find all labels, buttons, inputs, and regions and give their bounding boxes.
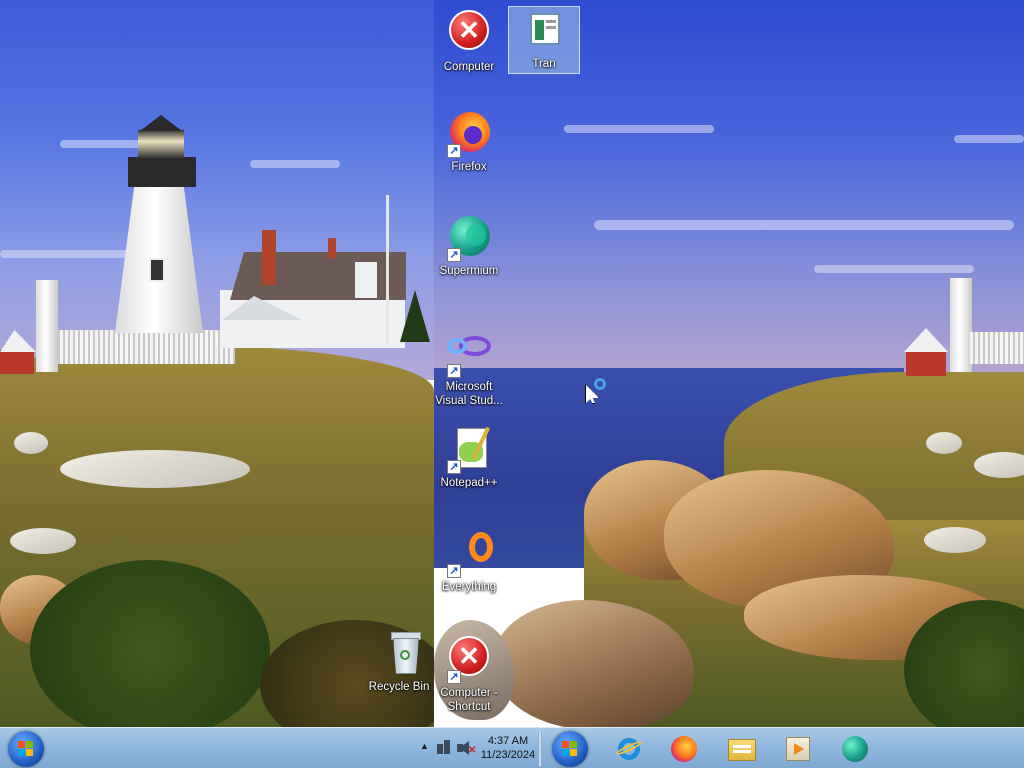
internet-explorer-icon bbox=[615, 736, 643, 762]
shortcut-arrow-icon: ↗ bbox=[447, 248, 461, 262]
notepad-plus-plus-shortcut[interactable]: ↗ Notepad++ bbox=[434, 426, 504, 490]
left-monitor-wallpaper bbox=[0, 0, 434, 728]
shortcut-arrow-icon: ↗ bbox=[447, 460, 461, 474]
notepad-plus-plus-icon: ↗ bbox=[445, 426, 493, 474]
clock-time: 4:37 AM bbox=[487, 735, 529, 747]
firefox-icon: ↗ bbox=[445, 110, 493, 158]
recycle-bin-icon bbox=[375, 630, 423, 678]
mouse-cursor-busy-icon bbox=[585, 378, 609, 406]
volume-muted-icon[interactable]: ✕ bbox=[457, 740, 476, 756]
taskbar-internet-explorer-button[interactable] bbox=[612, 732, 646, 766]
shortcut-arrow-icon: ↗ bbox=[447, 670, 461, 684]
system-clock[interactable]: 4:37 AM 11/23/2024 bbox=[478, 734, 538, 762]
error-x-icon: ✕ bbox=[445, 10, 493, 58]
icon-label: Recycle Bin bbox=[368, 681, 430, 693]
tran-icon-item[interactable]: Tran bbox=[508, 6, 580, 74]
icon-label: Supermium bbox=[439, 265, 499, 277]
icon-label: Notepad++ bbox=[440, 477, 498, 489]
start-button[interactable] bbox=[8, 731, 44, 767]
computer-shortcut[interactable]: ✕ ↗ Computer - Shortcut bbox=[434, 632, 504, 714]
firefox-icon bbox=[671, 736, 697, 762]
taskbar-firefox-button[interactable] bbox=[667, 732, 701, 766]
computer-icon-item[interactable]: ✕ Computer bbox=[434, 6, 504, 74]
start-button-secondary[interactable] bbox=[552, 731, 588, 767]
icon-label: Everything bbox=[441, 581, 497, 593]
shortcut-arrow-icon: ↗ bbox=[447, 144, 461, 158]
show-hidden-icons-button[interactable]: ▲ bbox=[420, 741, 429, 751]
taskbar-supermium-button[interactable] bbox=[838, 732, 872, 766]
icon-label: Microsoft Visual Stud... bbox=[435, 381, 503, 407]
visual-studio-icon: ↗ bbox=[445, 330, 493, 378]
recycle-bin-item[interactable]: Recycle Bin bbox=[364, 630, 434, 694]
visual-studio-shortcut[interactable]: ↗ Microsoft Visual Stud... bbox=[434, 330, 504, 408]
supermium-icon: ↗ bbox=[445, 214, 493, 262]
icon-label: Firefox bbox=[451, 161, 487, 173]
media-player-icon bbox=[786, 737, 810, 761]
clock-date: 11/23/2024 bbox=[480, 749, 536, 761]
taskbar-media-player-button[interactable] bbox=[781, 732, 815, 766]
icon-label: Tran bbox=[532, 58, 556, 70]
error-x-icon: ✕ ↗ bbox=[445, 636, 493, 684]
firefox-shortcut[interactable]: ↗ Firefox bbox=[434, 110, 504, 174]
shortcut-arrow-icon: ↗ bbox=[447, 564, 461, 578]
shortcut-arrow-icon: ↗ bbox=[447, 364, 461, 378]
icon-label: Computer - Shortcut bbox=[440, 687, 498, 713]
supermium-shortcut[interactable]: ↗ Supermium bbox=[434, 214, 504, 278]
network-icon[interactable] bbox=[437, 740, 451, 756]
windows-logo-icon bbox=[562, 741, 578, 757]
icon-label: Computer bbox=[443, 61, 495, 73]
everything-shortcut[interactable]: ↗ Everything bbox=[434, 530, 504, 594]
show-desktop-divider[interactable] bbox=[538, 732, 542, 766]
everything-search-icon: ↗ bbox=[445, 530, 493, 578]
folder-icon bbox=[728, 739, 756, 761]
taskbar-file-explorer-button[interactable] bbox=[725, 732, 759, 766]
taskbar: ▲ ✕ 4:37 AM 11/23/2024 bbox=[0, 727, 1024, 768]
windows-logo-icon bbox=[18, 741, 34, 757]
document-window-icon bbox=[520, 7, 568, 55]
supermium-icon bbox=[842, 736, 868, 762]
right-monitor-wallpaper bbox=[434, 0, 1024, 728]
